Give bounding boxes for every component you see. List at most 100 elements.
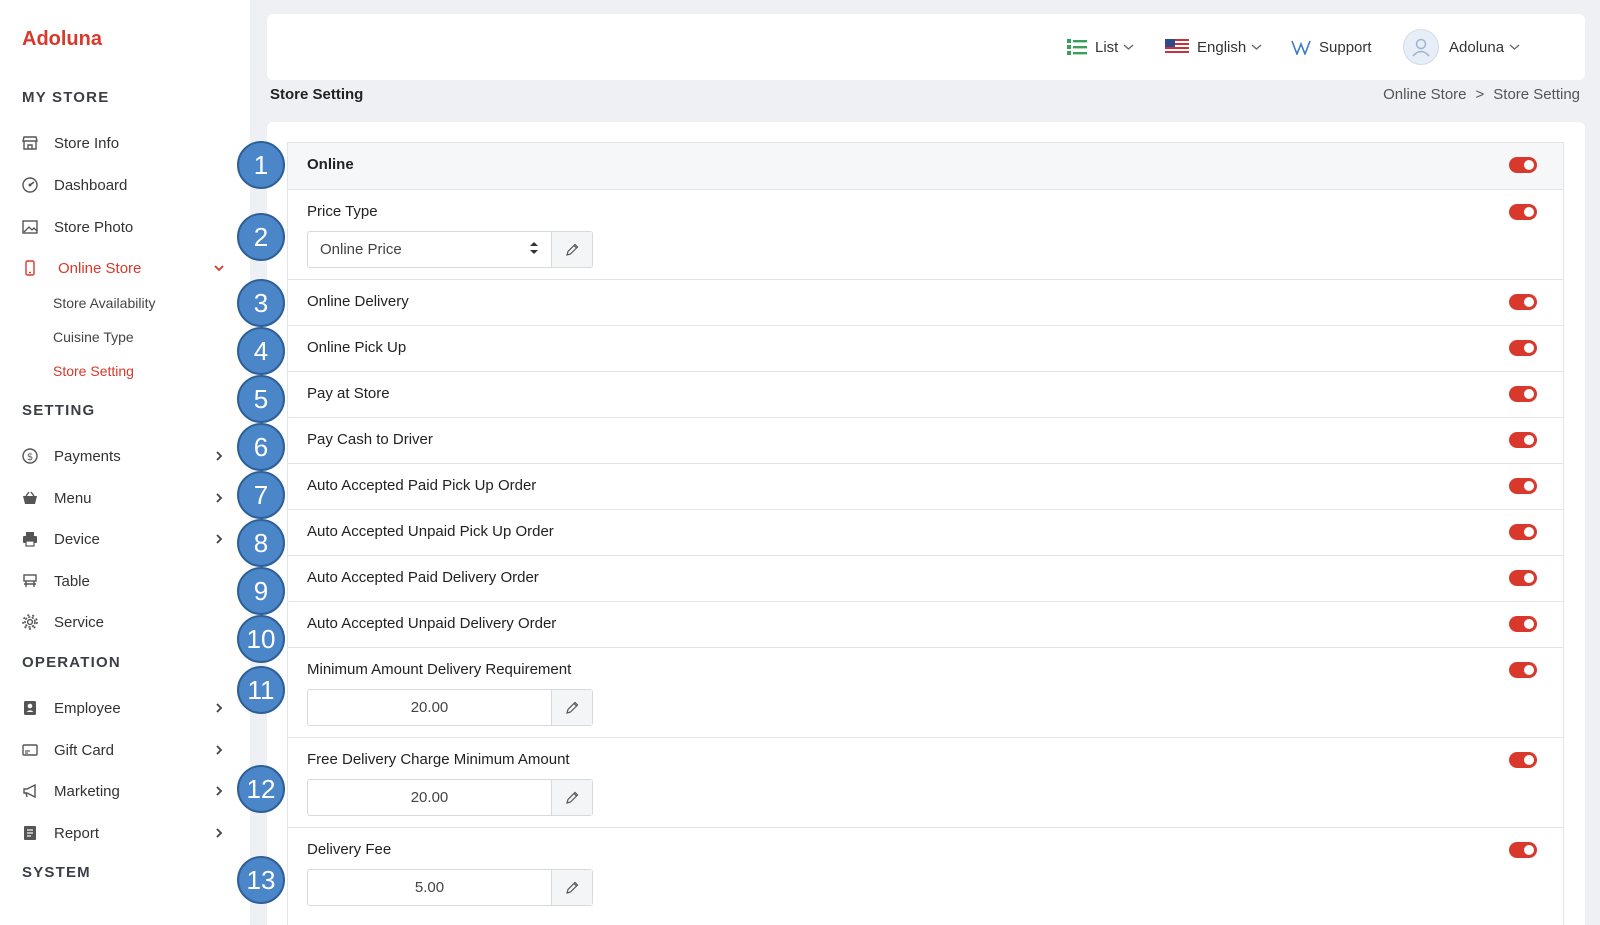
breadcrumb: Online Store > Store Setting [1383,86,1580,103]
number-badge: 2 [237,213,285,261]
auto-paid-delivery-toggle[interactable] [1509,570,1537,586]
setting-label: Online Delivery [307,293,409,310]
breadcrumb-item-online-store[interactable]: Online Store [1383,86,1466,103]
select-arrows-icon [529,241,539,259]
number-badge: 13 [237,856,285,904]
chevron-down-icon [1123,43,1134,51]
pencil-icon [566,791,579,804]
support-label: Support [1319,38,1372,56]
support-link[interactable]: Support [1291,14,1372,80]
setting-label: Free Delivery Charge Minimum Amount [307,751,570,768]
minimum-delivery-edit-button[interactable] [552,690,592,725]
sidebar-item-label: Store Info [54,134,120,152]
minimum-delivery-toggle[interactable] [1509,662,1537,678]
sidebar-item-employee[interactable]: Employee [20,694,225,722]
sidebar-subitem-store-setting[interactable]: Store Setting [53,363,134,379]
us-flag-icon [1165,39,1189,55]
gift-card-icon [20,740,40,760]
language-dropdown[interactable]: English [1165,14,1262,80]
auto-unpaid-pick-up-toggle[interactable] [1509,524,1537,540]
minimum-delivery-input-group: 20.00 [307,689,593,726]
store-icon [20,133,40,153]
number-badge: 11 [237,666,285,714]
pencil-icon [566,881,579,894]
view-mode-dropdown[interactable]: List [1067,14,1134,80]
delivery-fee-toggle[interactable] [1509,842,1537,858]
mobile-phone-icon [20,258,40,278]
chevron-right-icon [213,492,225,504]
sidebar-subitem-cuisine-type[interactable]: Cuisine Type [53,329,134,345]
free-delivery-amount-input[interactable]: 20.00 [308,780,552,815]
brand-logo[interactable]: Adoluna [22,28,102,51]
auto-paid-pick-up-toggle[interactable] [1509,478,1537,494]
delivery-fee-input[interactable]: 5.00 [308,870,552,905]
language-label: English [1197,38,1247,56]
price-type-toggle[interactable] [1509,204,1537,220]
pay-at-store-toggle[interactable] [1509,386,1537,402]
online-pick-up-toggle[interactable] [1509,340,1537,356]
sidebar-item-label: Gift Card [54,741,115,759]
sidebar-item-label: Service [54,613,105,631]
sidebar-item-payments[interactable]: $ Payments [20,442,225,470]
setting-row-pay-cash-to-driver: Pay Cash to Driver [288,417,1563,463]
setting-row-online: Online [288,143,1563,189]
basket-icon [20,488,40,508]
chevron-down-icon [1251,43,1262,51]
sidebar-item-menu[interactable]: Menu [20,484,225,512]
dashboard-gauge-icon [20,175,40,195]
sidebar-item-dashboard[interactable]: Dashboard [20,171,225,199]
chevron-right-icon [213,785,225,797]
settings-list: Online Price Type Online Price Online De… [287,142,1564,925]
section-my-store: MY STORE [22,89,110,106]
setting-row-online-delivery: Online Delivery [288,279,1563,325]
sidebar-item-table[interactable]: Table [20,567,225,595]
online-toggle[interactable] [1509,157,1537,173]
online-delivery-toggle[interactable] [1509,294,1537,310]
setting-row-auto-unpaid-pick-up: Auto Accepted Unpaid Pick Up Order [288,509,1563,555]
delivery-fee-edit-button[interactable] [552,870,592,905]
number-badge: 9 [237,567,285,615]
auto-unpaid-delivery-toggle[interactable] [1509,616,1537,632]
price-type-select[interactable]: Online Price [308,232,552,267]
sidebar-item-label: Report [54,824,100,842]
sidebar-item-report[interactable]: Report [20,819,225,847]
setting-row-minimum-delivery-amount: Minimum Amount Delivery Requirement 20.0… [288,647,1563,737]
sidebar-item-label: Marketing [54,782,120,800]
pay-cash-to-driver-toggle[interactable] [1509,432,1537,448]
gear-icon [20,612,40,632]
employee-badge-icon [20,698,40,718]
sidebar-item-online-store[interactable]: Online Store [20,254,225,282]
sidebar-item-label: Employee [54,699,121,717]
chevron-right-icon [213,533,225,545]
free-delivery-toggle[interactable] [1509,752,1537,768]
setting-label: Pay at Store [307,385,390,402]
sidebar-item-marketing[interactable]: Marketing [20,777,225,805]
list-icon [1067,38,1087,56]
setting-label: Price Type [307,203,378,220]
dollar-coin-icon: $ [20,446,40,466]
setting-label: Auto Accepted Paid Delivery Order [307,569,539,586]
sidebar-item-label: Online Store [58,259,142,277]
setting-row-auto-paid-delivery: Auto Accepted Paid Delivery Order [288,555,1563,601]
free-delivery-edit-button[interactable] [552,780,592,815]
minimum-delivery-amount-input[interactable]: 20.00 [308,690,552,725]
sidebar-item-label: Payments [54,447,121,465]
chevron-right-icon [213,827,225,839]
sidebar-item-device[interactable]: Device [20,525,225,553]
user-menu-dropdown[interactable]: Adoluna [1403,14,1520,80]
sidebar-item-store-photo[interactable]: Store Photo [20,213,225,241]
sidebar-item-service[interactable]: Service [20,608,225,636]
sidebar-subitem-store-availability[interactable]: Store Availability [53,295,155,311]
sidebar-item-label: Store Photo [54,218,134,236]
number-badge: 7 [237,471,285,519]
report-document-icon [20,823,40,843]
sidebar-item-label: Table [54,572,90,590]
breadcrumb-item-store-setting: Store Setting [1493,86,1580,103]
sidebar-item-gift-card[interactable]: Gift Card [20,736,225,764]
free-delivery-input-group: 20.00 [307,779,593,816]
price-type-edit-button[interactable] [552,232,592,267]
page-title: Store Setting [270,86,364,103]
sidebar-item-store-info[interactable]: Store Info [20,129,225,157]
chevron-right-icon [213,702,225,714]
number-badge: 1 [237,141,285,189]
